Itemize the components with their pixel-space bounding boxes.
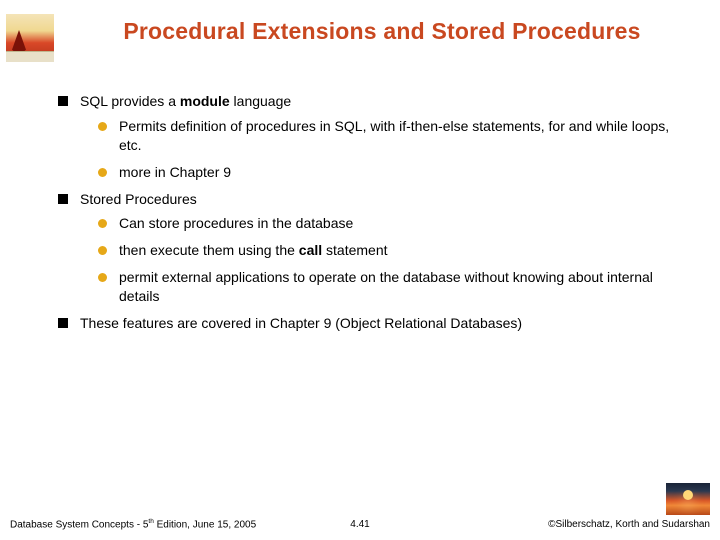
bullet-text: Stored Procedures: [80, 190, 686, 209]
dot-bullet-icon: [98, 122, 107, 131]
bullet-level2: permit external applications to operate …: [98, 268, 686, 306]
copyright-text: ©Silberschatz, Korth and Sudarshan: [548, 519, 710, 530]
bullet-level2: Permits definition of procedures in SQL,…: [98, 117, 686, 155]
bullet-level1: These features are covered in Chapter 9 …: [58, 314, 686, 333]
text-fragment: language: [230, 93, 292, 109]
slide-title: Procedural Extensions and Stored Procedu…: [54, 14, 710, 45]
sunset-icon: [666, 483, 710, 515]
dot-bullet-icon: [98, 219, 107, 228]
square-bullet-icon: [58, 194, 68, 204]
square-bullet-icon: [58, 96, 68, 106]
slide: Procedural Extensions and Stored Procedu…: [0, 0, 720, 540]
text-fragment: Database System Concepts - 5: [10, 519, 148, 530]
slide-number: 4.41: [350, 519, 369, 530]
bullet-text: more in Chapter 9: [119, 163, 686, 182]
dot-bullet-icon: [98, 246, 107, 255]
text-fragment: then execute them using the: [119, 242, 299, 258]
text-fragment: Edition, June 15, 2005: [154, 519, 256, 530]
bullet-text: Permits definition of procedures in SQL,…: [119, 117, 686, 155]
sailboat-icon: [6, 14, 54, 62]
bullet-level1: SQL provides a module language Permits d…: [58, 92, 686, 182]
text-fragment: statement: [322, 242, 387, 258]
footer-left: Database System Concepts - 5th Edition, …: [10, 518, 256, 530]
bullet-text: Can store procedures in the database: [119, 214, 686, 233]
footer-right: ©Silberschatz, Korth and Sudarshan: [548, 483, 710, 530]
text-bold: module: [180, 93, 230, 109]
dot-bullet-icon: [98, 273, 107, 282]
bullet-text: then execute them using the call stateme…: [119, 241, 686, 260]
slide-header: Procedural Extensions and Stored Procedu…: [0, 0, 720, 62]
text-bold: call: [299, 242, 322, 258]
bullet-text: These features are covered in Chapter 9 …: [80, 314, 686, 333]
text-fragment: SQL provides a: [80, 93, 180, 109]
bullet-level2: Can store procedures in the database: [98, 214, 686, 233]
dot-bullet-icon: [98, 168, 107, 177]
bullet-level2: more in Chapter 9: [98, 163, 686, 182]
bullet-text: SQL provides a module language: [80, 92, 686, 111]
slide-body: SQL provides a module language Permits d…: [0, 62, 720, 333]
bullet-level2: then execute them using the call stateme…: [98, 241, 686, 260]
square-bullet-icon: [58, 318, 68, 328]
bullet-level1: Stored Procedures Can store procedures i…: [58, 190, 686, 306]
bullet-text: permit external applications to operate …: [119, 268, 686, 306]
slide-footer: Database System Concepts - 5th Edition, …: [0, 483, 720, 530]
